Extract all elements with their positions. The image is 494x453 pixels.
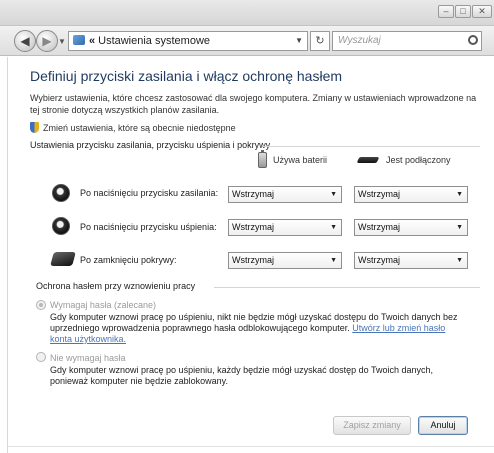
- breadcrumb-current[interactable]: Ustawienia systemowe: [98, 35, 210, 47]
- maximize-button[interactable]: □: [455, 5, 471, 18]
- no-password-description: Gdy komputer wznowi pracę po uśpieniu, k…: [50, 365, 434, 386]
- require-password-radio[interactable]: [36, 300, 46, 310]
- back-button[interactable]: ◀: [14, 30, 36, 52]
- section-divider: [214, 287, 480, 288]
- lid-close-battery-select[interactable]: Wstrzymaj ▼: [228, 252, 342, 269]
- forward-button[interactable]: ▶: [36, 30, 58, 52]
- power-button-plugged-select[interactable]: Wstrzymaj ▼: [354, 186, 468, 203]
- search-placeholder: Wyszukaj: [338, 35, 381, 46]
- laptop-lid-icon: [50, 252, 76, 266]
- save-changes-button[interactable]: Zapisz zmiany: [333, 416, 411, 435]
- cancel-button[interactable]: Anuluj: [418, 416, 468, 435]
- close-button[interactable]: ✕: [472, 5, 492, 18]
- address-dropdown-icon[interactable]: ▼: [295, 32, 303, 50]
- pane-divider: [7, 57, 8, 453]
- control-panel-icon: [73, 35, 85, 45]
- password-section-title: Ochrona hasłem przy wznowieniu pracy: [36, 281, 196, 291]
- power-button-battery-select[interactable]: Wstrzymaj ▼: [228, 186, 342, 203]
- change-settings-label[interactable]: Zmień ustawienia, które są obecnie niedo…: [43, 123, 236, 133]
- require-password-label[interactable]: Wymagaj hasła (zalecane): [50, 300, 156, 310]
- sleep-button-battery-select[interactable]: Wstrzymaj ▼: [228, 219, 342, 236]
- power-plug-icon: [356, 155, 380, 165]
- sleep-button-plugged-select[interactable]: Wstrzymaj ▼: [354, 219, 468, 236]
- navigation-bar: ◀ ▶ ▼ «Ustawienia systemowe ▼ ↻ Wyszukaj: [0, 26, 494, 56]
- power-section-title: Ustawienia przycisku zasilania, przycisk…: [30, 140, 271, 150]
- selected-value: Wstrzymaj: [232, 222, 274, 232]
- require-password-description: Gdy komputer wznowi pracę po uśpieniu, n…: [50, 312, 460, 345]
- lid-close-label: Po zamknięciu pokrywy:: [80, 255, 177, 265]
- search-icon[interactable]: [468, 35, 478, 45]
- lid-close-plugged-select[interactable]: Wstrzymaj ▼: [354, 252, 468, 269]
- minimize-button[interactable]: –: [438, 5, 454, 18]
- section-divider: [262, 146, 480, 147]
- selected-value: Wstrzymaj: [232, 255, 274, 265]
- chevron-down-icon: ▼: [330, 224, 337, 231]
- no-password-label[interactable]: Nie wymagaj hasła: [50, 353, 126, 363]
- chevron-down-icon: ▼: [456, 257, 463, 264]
- sleep-button-label: Po naciśnięciu przycisku uśpienia:: [80, 222, 217, 232]
- plugged-column-label: Jest podłączony: [386, 155, 451, 165]
- window-buttons: – □ ✕: [438, 5, 492, 18]
- chevron-down-icon: ▼: [330, 191, 337, 198]
- chevron-down-icon: ▼: [456, 224, 463, 231]
- power-button-icon: [52, 184, 70, 202]
- footer-divider: [8, 446, 494, 447]
- address-bar[interactable]: «Ustawienia systemowe ▼: [68, 31, 308, 51]
- power-button-label: Po naciśnięciu przycisku zasilania:: [80, 188, 219, 198]
- selected-value: Wstrzymaj: [232, 189, 274, 199]
- breadcrumb-separator: «: [89, 35, 96, 47]
- battery-column-header: Używa baterii: [258, 150, 328, 168]
- battery-icon: [258, 150, 267, 168]
- recent-pages-dropdown[interactable]: ▼: [58, 37, 66, 46]
- main-content: Definiuj przyciski zasilania i włącz och…: [30, 64, 480, 133]
- selected-value: Wstrzymaj: [358, 255, 400, 265]
- search-input[interactable]: Wyszukaj: [332, 31, 482, 51]
- battery-column-label: Używa baterii: [273, 155, 328, 165]
- shield-icon: [30, 122, 39, 133]
- sleep-button-icon: [52, 217, 70, 235]
- plugged-column-header: Jest podłączony: [356, 155, 451, 165]
- chevron-down-icon: ▼: [456, 191, 463, 198]
- chevron-down-icon: ▼: [330, 257, 337, 264]
- title-bar: – □ ✕: [0, 0, 494, 26]
- selected-value: Wstrzymaj: [358, 222, 400, 232]
- change-settings-link[interactable]: Zmień ustawienia, które są obecnie niedo…: [30, 122, 480, 133]
- intro-text: Wybierz ustawienia, które chcesz zastoso…: [30, 93, 477, 115]
- selected-value: Wstrzymaj: [358, 189, 400, 199]
- no-password-radio[interactable]: [36, 352, 46, 362]
- page-title: Definiuj przyciski zasilania i włącz och…: [30, 68, 343, 84]
- refresh-button[interactable]: ↻: [310, 31, 330, 51]
